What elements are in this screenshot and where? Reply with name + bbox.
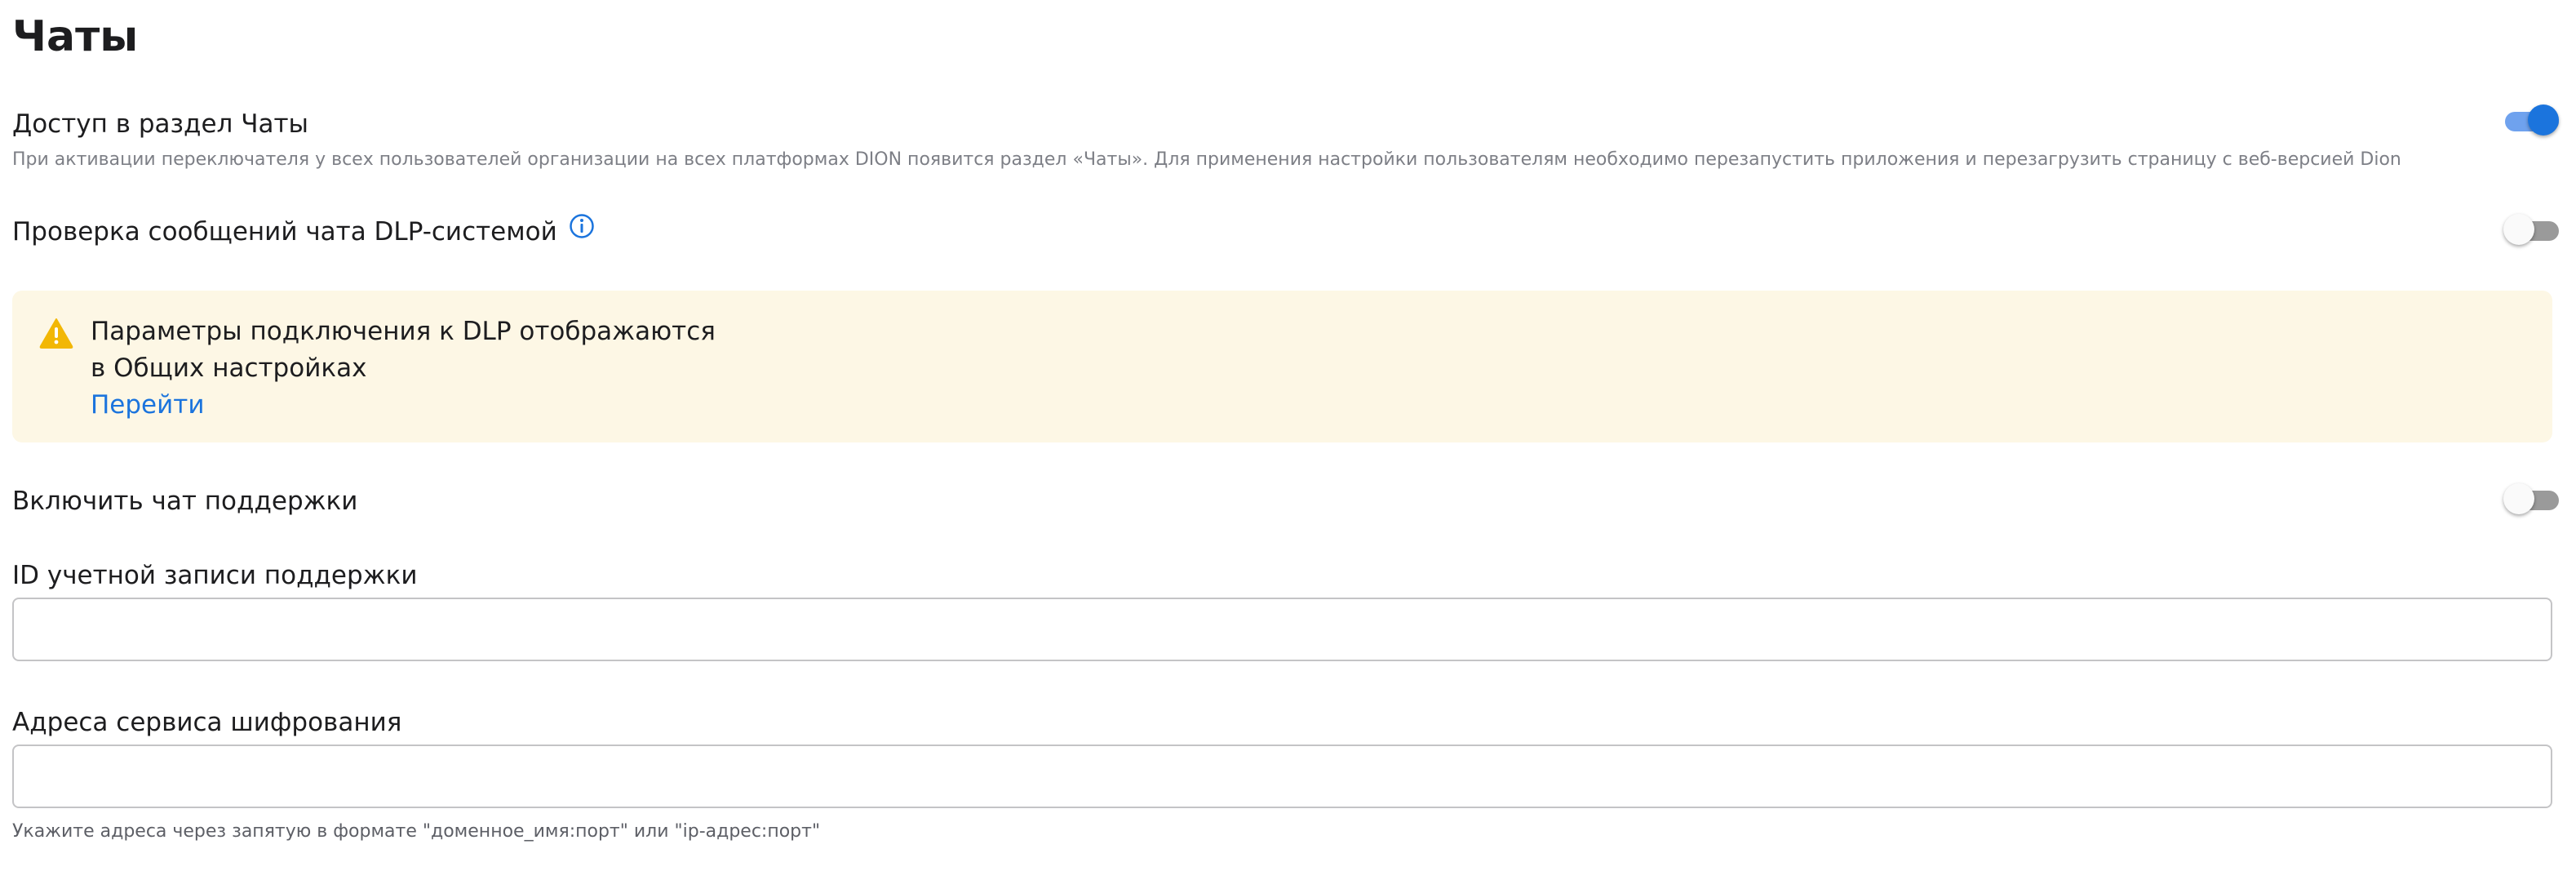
encryption-service-hint: Укажите адреса через запятую в формате "… (12, 821, 821, 842)
encryption-service-input[interactable] (12, 745, 2552, 808)
chats-settings-page: Чаты Доступ в раздел Чаты При активации … (0, 0, 2576, 889)
toggle-knob (2528, 104, 2559, 136)
encryption-service-label: Адреса сервиса шифрования (12, 708, 402, 737)
go-to-general-settings-link[interactable]: Перейти (91, 387, 205, 424)
support-chat-toggle[interactable] (2503, 480, 2560, 516)
dlp-check-toggle[interactable] (2503, 211, 2560, 247)
dlp-check-title: Проверка сообщений чата DLP-системой (12, 213, 595, 248)
toggle-knob (2503, 214, 2534, 245)
dlp-notice-line1: Параметры подключения к DLP отображаются (91, 317, 716, 346)
chats-access-title: Доступ в раздел Чаты (12, 109, 308, 139)
support-chat-title: Включить чат поддержки (12, 487, 358, 516)
chats-access-description: При активации переключателя у всех польз… (12, 149, 2401, 170)
dlp-notice-message: Параметры подключения к DLP отображаются… (91, 313, 716, 387)
warning-icon (39, 318, 73, 352)
support-account-id-input[interactable] (12, 598, 2552, 661)
chats-access-toggle[interactable] (2503, 101, 2560, 137)
toggle-knob (2503, 483, 2534, 514)
support-account-id-label: ID учетной записи поддержки (12, 561, 418, 590)
page-title: Чаты (12, 12, 139, 61)
dlp-notice-banner: Параметры подключения к DLP отображаются… (12, 291, 2552, 442)
info-icon[interactable] (569, 213, 595, 247)
dlp-notice-line2: в Общих настройках (91, 353, 367, 383)
dlp-check-label: Проверка сообщений чата DLP-системой (12, 217, 557, 247)
